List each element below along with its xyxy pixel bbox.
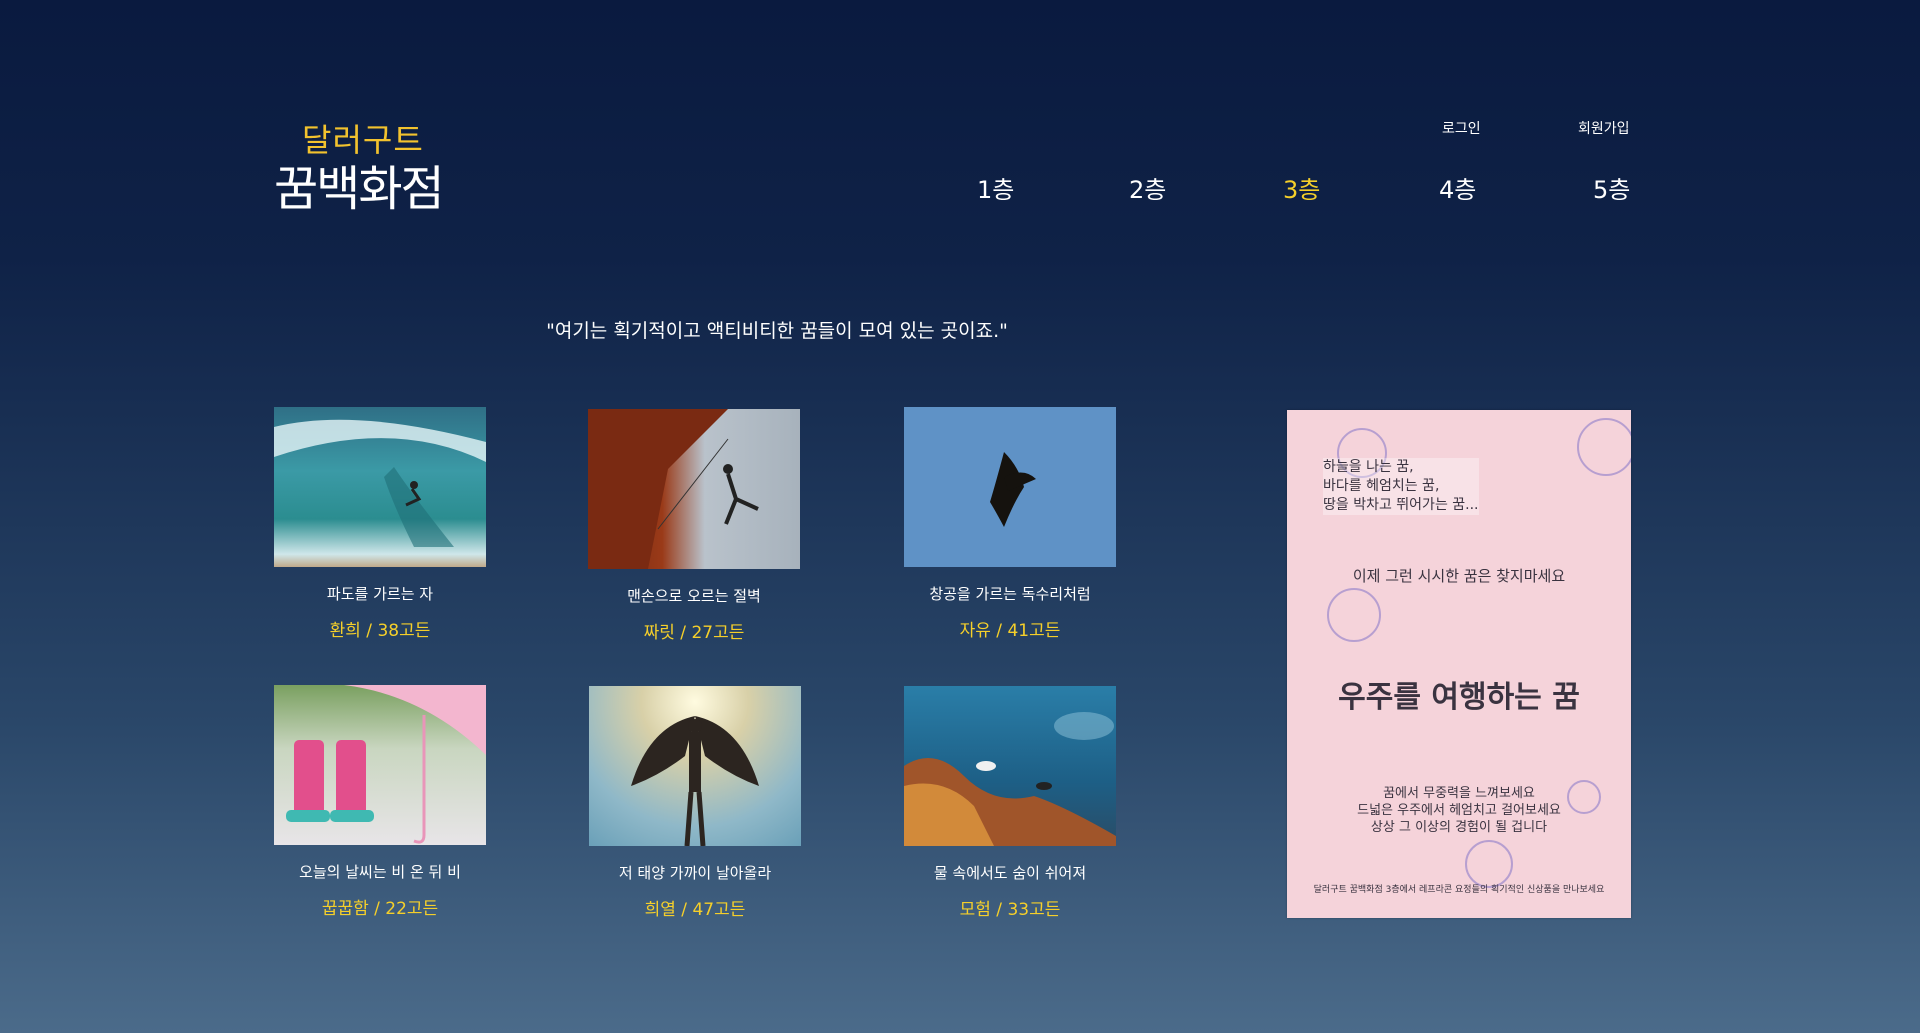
nav-floor-2[interactable]: 2층 — [1129, 170, 1166, 205]
product-image-rainboots — [274, 685, 486, 845]
product-price: 희열 / 47고든 — [644, 900, 746, 920]
poster-footer: 달러구트 꿈백화점 3층에서 레프라콘 요정들의 획기적인 신상품을 만나보세요 — [1313, 885, 1605, 895]
product-image-wings — [589, 686, 801, 846]
poster-intro-line: 바다를 헤엄치는 꿈, — [1323, 478, 1440, 494]
poster-body-line: 꿈에서 무중력을 느껴보세요 — [1383, 786, 1535, 801]
product-title: 맨손으로 오르는 절벽 — [627, 587, 761, 605]
poster-subheading: 이제 그런 시시한 꿈은 찾지마세요 — [1352, 567, 1566, 585]
poster-intro-line: 땅을 박차고 뛰어가는 꿈... — [1323, 497, 1479, 513]
product-image-eagle — [904, 407, 1116, 567]
planet-icon — [1577, 418, 1631, 476]
product-card[interactable]: 저 태양 가까이 날아올라 희열 / 47고든 — [589, 686, 801, 920]
poster-intro-line: 하늘을 나는 꿈, — [1323, 459, 1414, 475]
product-card[interactable]: 오늘의 날씨는 비 온 뒤 비 꿉꿉함 / 22고든 — [274, 685, 486, 919]
product-card[interactable]: 파도를 가르는 자 환희 / 38고든 — [274, 407, 486, 641]
logo[interactable]: 달러구트 꿈백화점 — [272, 113, 445, 217]
product-card[interactable]: 창공을 가르는 독수리처럼 자유 / 41고든 — [904, 407, 1116, 641]
poster-body-line: 드넓은 우주에서 헤엄치고 걸어보세요 — [1357, 803, 1561, 818]
product-card[interactable]: 맨손으로 오르는 절벽 짜릿 / 27고든 — [588, 409, 800, 643]
product-price: 짜릿 / 27고든 — [643, 623, 745, 643]
nav-floor-5[interactable]: 5층 — [1593, 170, 1630, 205]
poster-intro: 하늘을 나는 꿈, 바다를 헤엄치는 꿈, 땅을 박차고 뛰어가는 꿈... — [1323, 458, 1479, 515]
planet-icon — [1327, 588, 1381, 642]
nav-floor-3[interactable]: 3층 — [1283, 170, 1320, 205]
product-title: 물 속에서도 숨이 쉬어져 — [933, 864, 1087, 882]
product-title: 저 태양 가까이 날아올라 — [618, 864, 772, 882]
nav-floor-1[interactable]: 1층 — [977, 170, 1014, 205]
product-title: 오늘의 날씨는 비 온 뒤 비 — [299, 863, 461, 881]
poster-body-line: 상상 그 이상의 경험이 될 겁니다 — [1370, 820, 1548, 835]
product-price: 자유 / 41고든 — [959, 621, 1061, 641]
planet-icon — [1465, 840, 1513, 888]
product-price: 환희 / 38고든 — [329, 621, 431, 641]
nav-floor-4[interactable]: 4층 — [1439, 170, 1476, 205]
page-tagline: "여기는 획기적이고 액티비티한 꿈들이 모여 있는 곳이죠." — [546, 320, 1008, 342]
logo-line2: 꿈백화점 — [274, 161, 445, 217]
product-image-underwater — [904, 686, 1116, 846]
product-image-surfing — [274, 407, 486, 567]
poster-body: 꿈에서 무중력을 느껴보세요 드넓은 우주에서 헤엄치고 걸어보세요 상상 그 … — [1287, 785, 1631, 836]
product-title: 파도를 가르는 자 — [326, 585, 434, 603]
promo-poster[interactable]: 하늘을 나는 꿈, 바다를 헤엄치는 꿈, 땅을 박차고 뛰어가는 꿈... 이… — [1287, 410, 1631, 918]
login-link[interactable]: 로그인 — [1442, 118, 1481, 138]
product-card[interactable]: 물 속에서도 숨이 쉬어져 모험 / 33고든 — [904, 686, 1116, 920]
signup-link[interactable]: 회원가입 — [1578, 118, 1630, 138]
product-price: 모험 / 33고든 — [959, 900, 1061, 920]
poster-headline: 우주를 여행하는 꿈 — [1338, 680, 1580, 715]
product-image-climbing — [588, 409, 800, 569]
product-title: 창공을 가르는 독수리처럼 — [929, 585, 1091, 603]
product-price: 꿉꿉함 / 22고든 — [321, 899, 439, 919]
